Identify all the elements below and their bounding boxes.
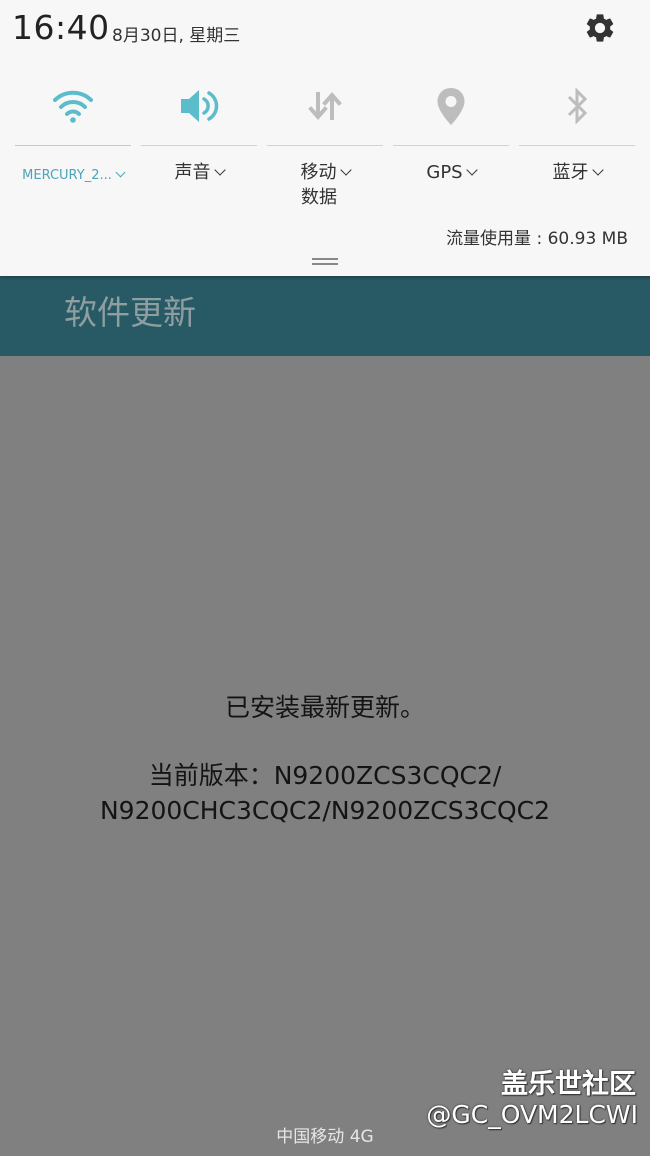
- tile-mobile-data-label: 移动 数据: [267, 160, 383, 210]
- update-status-message: 已安装最新更新。: [224, 693, 425, 722]
- tile-bluetooth-label: 蓝牙: [519, 160, 635, 185]
- app-header: 软件更新: [0, 276, 650, 356]
- chevron-down-icon: [339, 164, 352, 176]
- speaker-icon: [181, 90, 219, 122]
- chevron-down-icon: [115, 167, 126, 178]
- wifi-icon: [53, 90, 93, 123]
- gear-icon: [586, 14, 614, 42]
- chevron-down-icon: [591, 164, 604, 176]
- watermark-user: @GC_OVM2LCWI: [426, 1100, 638, 1129]
- tile-sound-label: 声音: [141, 160, 257, 185]
- tile-bluetooth[interactable]: 蓝牙: [519, 80, 635, 210]
- quick-settings-panel: 16:40 8月30日, 星期三 MERCURY_2... 声音 移动 数据 G…: [0, 0, 650, 276]
- current-version-line1: 当前版本：N9200ZCS3CQC2/: [148, 761, 502, 790]
- tile-sound[interactable]: 声音: [141, 80, 257, 210]
- tile-gps-label: GPS: [393, 160, 509, 185]
- mobile-data-icon: [308, 91, 342, 121]
- status-date: 8月30日, 星期三: [112, 26, 241, 46]
- current-version-line2: N9200CHC3CQC2/N9200ZCS3CQC2: [99, 796, 551, 825]
- app-title: 软件更新: [64, 293, 196, 332]
- data-usage-text: 流量使用量 : 60.93 MB: [446, 229, 628, 249]
- current-version-text: 当前版本：N9200ZCS3CQC2/ N9200CHC3CQC2/N9200Z…: [0, 758, 650, 828]
- tile-wifi-label: MERCURY_2...: [15, 163, 131, 188]
- tile-wifi[interactable]: MERCURY_2...: [15, 80, 131, 210]
- chevron-down-icon: [213, 164, 226, 176]
- settings-button[interactable]: [578, 8, 622, 48]
- watermark-title: 盖乐世社区: [501, 1069, 636, 1100]
- tile-gps[interactable]: GPS: [393, 80, 509, 210]
- bluetooth-icon: [567, 87, 588, 125]
- location-pin-icon: [437, 88, 465, 125]
- status-time: 16:40: [12, 8, 110, 47]
- drag-handle-icon[interactable]: [312, 258, 338, 265]
- chevron-down-icon: [465, 164, 478, 176]
- tile-mobile-data[interactable]: 移动 数据: [267, 80, 383, 210]
